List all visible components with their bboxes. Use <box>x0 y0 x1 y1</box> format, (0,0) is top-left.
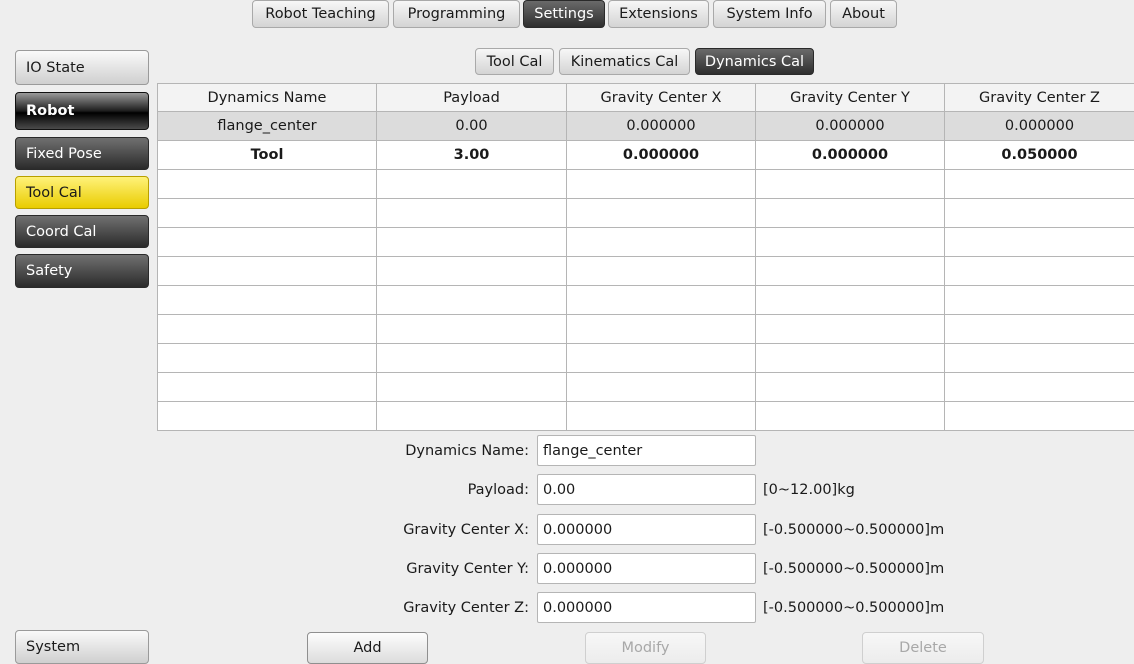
gravity-center-z-label: Gravity Center Z: <box>403 600 529 616</box>
col-gravity-center-z: Gravity Center Z <box>944 83 1134 112</box>
tab-system-info[interactable]: System Info <box>713 0 826 28</box>
gravity-center-x-range: [-0.500000~0.500000]m <box>763 522 945 538</box>
empty-row <box>157 198 1134 228</box>
tab-programming[interactable]: Programming <box>393 0 520 28</box>
payload-label: Payload: <box>467 482 529 498</box>
gravity-center-z-range: [-0.500000~0.500000]m <box>763 600 945 616</box>
sidebar-robot[interactable]: Robot <box>15 92 149 130</box>
table-row[interactable]: flange_center 0.00 0.000000 0.000000 0.0… <box>157 111 1134 141</box>
gravity-center-x-input[interactable] <box>537 514 756 545</box>
col-dynamics-name: Dynamics Name <box>157 83 377 112</box>
cell: 0.000000 <box>755 140 945 170</box>
cell: 0.00 <box>376 111 567 141</box>
empty-row <box>157 372 1134 402</box>
empty-row <box>157 314 1134 344</box>
dynamics-name-input[interactable] <box>537 435 756 466</box>
cell: flange_center <box>157 111 377 141</box>
gravity-center-x-label: Gravity Center X: <box>403 522 529 538</box>
sidebar-coord-cal[interactable]: Coord Cal <box>15 215 149 248</box>
cell: Tool <box>157 140 377 170</box>
subtab-dynamics-cal[interactable]: Dynamics Cal <box>695 48 814 75</box>
col-payload: Payload <box>376 83 567 112</box>
tab-robot-teaching[interactable]: Robot Teaching <box>252 0 389 28</box>
empty-row <box>157 285 1134 315</box>
payload-input[interactable] <box>537 474 756 505</box>
col-gravity-center-y: Gravity Center Y <box>755 83 945 112</box>
sidebar-safety[interactable]: Safety <box>15 254 149 288</box>
table-header-row: Dynamics Name Payload Gravity Center X G… <box>157 83 1134 112</box>
gravity-center-y-input[interactable] <box>537 553 756 584</box>
cell: 0.000000 <box>755 111 945 141</box>
gravity-center-y-range: [-0.500000~0.500000]m <box>763 561 945 577</box>
add-button[interactable]: Add <box>307 632 428 664</box>
subtab-kinematics-cal[interactable]: Kinematics Cal <box>559 48 690 75</box>
modify-button[interactable]: Modify <box>585 632 706 664</box>
dynamics-name-label: Dynamics Name: <box>405 443 529 459</box>
table-row[interactable]: Tool 3.00 0.000000 0.000000 0.050000 <box>157 140 1134 170</box>
cell: 3.00 <box>376 140 567 170</box>
sidebar-fixed-pose[interactable]: Fixed Pose <box>15 137 149 170</box>
empty-row <box>157 227 1134 257</box>
subtab-tool-cal[interactable]: Tool Cal <box>475 48 554 75</box>
empty-row <box>157 401 1134 431</box>
tab-about[interactable]: About <box>830 0 897 28</box>
gravity-center-y-label: Gravity Center Y: <box>406 561 529 577</box>
col-gravity-center-x: Gravity Center X <box>566 83 756 112</box>
cell: 0.000000 <box>566 111 756 141</box>
payload-range: [0~12.00]kg <box>763 482 855 498</box>
gravity-center-z-input[interactable] <box>537 592 756 623</box>
dynamics-table: Dynamics Name Payload Gravity Center X G… <box>157 83 1134 431</box>
cell: 0.050000 <box>944 140 1134 170</box>
cell: 0.000000 <box>944 111 1134 141</box>
delete-button[interactable]: Delete <box>862 632 984 664</box>
empty-row <box>157 169 1134 199</box>
tab-extensions[interactable]: Extensions <box>608 0 709 28</box>
empty-row <box>157 343 1134 373</box>
sidebar-tool-cal[interactable]: Tool Cal <box>15 176 149 209</box>
cell: 0.000000 <box>566 140 756 170</box>
tab-settings[interactable]: Settings <box>523 0 605 28</box>
empty-row <box>157 256 1134 286</box>
sidebar-io-state[interactable]: IO State <box>15 50 149 85</box>
sidebar-system[interactable]: System <box>15 630 149 664</box>
